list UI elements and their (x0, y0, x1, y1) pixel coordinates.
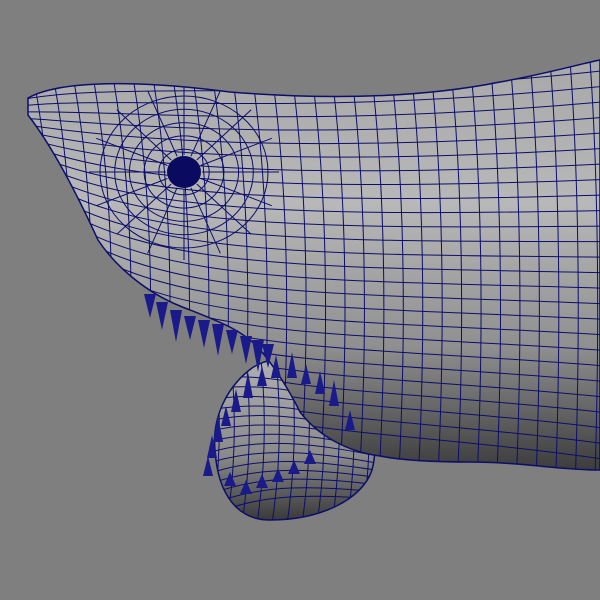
tooth (240, 336, 252, 364)
head-body[interactable] (20, 59, 600, 480)
3d-viewport[interactable] (0, 0, 600, 600)
eye (167, 156, 201, 188)
tooth (203, 456, 213, 476)
shark-mesh-render[interactable] (0, 0, 600, 600)
tooth (184, 316, 196, 340)
tooth (212, 324, 224, 356)
tooth (156, 302, 168, 330)
tooth (198, 320, 210, 348)
tooth (170, 310, 182, 342)
tooth (144, 294, 156, 318)
tooth (226, 330, 238, 354)
